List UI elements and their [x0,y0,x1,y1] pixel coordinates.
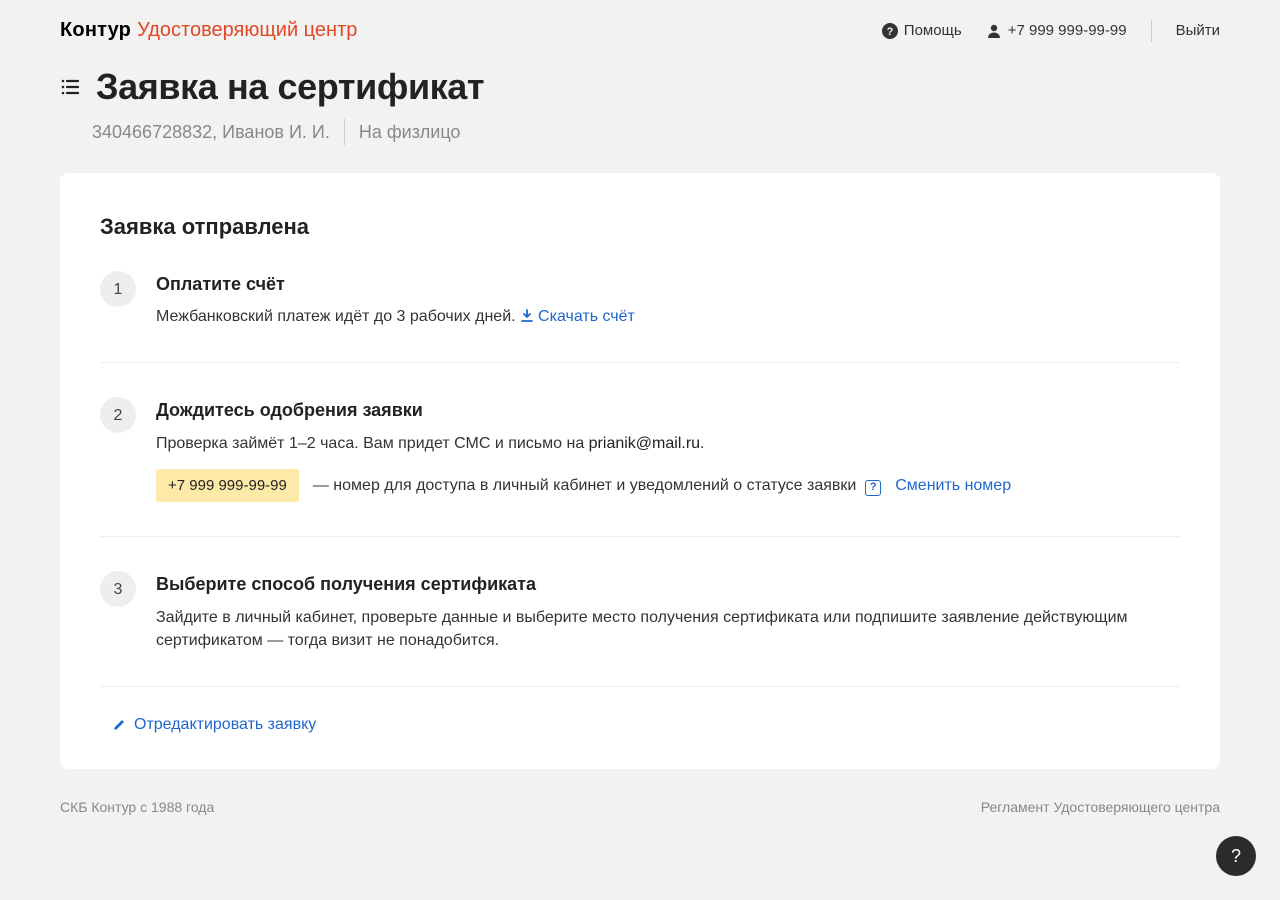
logout-label: Выйти [1176,20,1220,42]
footer: СКБ Контур с 1988 года Регламент Удостов… [0,793,1280,841]
step-desc-prefix: Проверка займёт 1–2 часа. Вам придет СМС… [156,435,589,452]
help-fab[interactable]: ? [1216,836,1256,876]
edit-request-label: Отредактировать заявку [134,713,316,736]
step-body: Выберите способ получения сертификата За… [156,571,1180,651]
phone-tag: +7 999 999-99-99 [156,469,299,503]
step-body: Оплатите счёт Межбанковский платеж идёт … [156,271,1180,328]
logout-link[interactable]: Выйти [1176,20,1220,42]
divider [100,536,1180,537]
phone-row: +7 999 999-99-99 — номер для доступа в л… [156,469,1180,503]
footer-left: СКБ Контур с 1988 года [60,797,214,817]
edit-block: Отредактировать заявку [100,686,1180,739]
logo-main: Контур [60,16,131,45]
step-number: 3 [100,571,136,607]
step-title: Выберите способ получения сертификата [156,571,1180,597]
subtitle-type: На физлицо [359,119,461,145]
footer-regulation-link[interactable]: Регламент Удостоверяющего центра [981,797,1220,817]
step-body: Дождитесь одобрения заявки Проверка займ… [156,397,1180,502]
step-desc-suffix: . [700,435,704,452]
step-title: Оплатите счёт [156,271,1180,297]
step-3: 3 Выберите способ получения сертификата … [100,571,1180,685]
step-2: 2 Дождитесь одобрения заявки Проверка за… [100,397,1180,536]
menu-button[interactable] [60,77,80,97]
page: Заявка на сертификат 340466728832, Ивано… [0,55,1280,769]
account-link[interactable]: +7 999 999-99-99 [986,20,1127,42]
help-link[interactable]: ? Помощь [882,20,962,42]
download-invoice-link[interactable]: Скачать счёт [520,308,635,325]
card-heading: Заявка отправлена [100,211,1180,243]
list-icon [60,77,80,97]
page-title: Заявка на сертификат [96,61,484,113]
header-right: ? Помощь +7 999 999-99-99 Выйти [882,20,1220,42]
account-phone: +7 999 999-99-99 [1008,20,1127,42]
header: Контур Удостоверяющий центр ? Помощь +7 … [0,0,1280,55]
step-title: Дождитесь одобрения заявки [156,397,1180,423]
step-desc: Зайдите в личный кабинет, проверьте данн… [156,606,1180,652]
pencil-icon [112,718,126,732]
svg-text:?: ? [886,26,893,38]
step-desc: Проверка займёт 1–2 часа. Вам придет СМС… [156,432,1180,455]
download-invoice-label: Скачать счёт [538,308,635,325]
help-badge[interactable]: ? [865,480,881,496]
logo-sub: Удостоверяющий центр [137,16,357,45]
phone-text: — номер для доступа в личный кабинет и у… [313,474,881,497]
download-icon [520,309,534,323]
logo[interactable]: Контур Удостоверяющий центр [60,16,357,45]
divider [1151,20,1152,42]
step-desc: Межбанковский платеж идёт до 3 рабочих д… [156,305,1180,328]
step-email: prianik@mail.ru [589,435,700,452]
divider [100,362,1180,363]
user-icon [986,23,1002,39]
change-phone-link[interactable]: Сменить номер [895,474,1011,497]
step-number: 1 [100,271,136,307]
step-desc-text: Межбанковский платеж идёт до 3 рабочих д… [156,308,516,325]
divider [344,119,345,145]
page-title-row: Заявка на сертификат [60,61,1220,113]
subtitle-id: 340466728832, Иванов И. И. [92,119,330,145]
page-subtitle: 340466728832, Иванов И. И. На физлицо [60,119,1220,145]
phone-description: — номер для доступа в личный кабинет и у… [313,477,856,494]
help-label: Помощь [904,20,962,42]
step-number: 2 [100,397,136,433]
help-circle-icon: ? [882,23,898,39]
status-card: Заявка отправлена 1 Оплатите счёт Межбан… [60,173,1220,768]
edit-request-link[interactable]: Отредактировать заявку [100,713,316,736]
step-1: 1 Оплатите счёт Межбанковский платеж идё… [100,271,1180,362]
